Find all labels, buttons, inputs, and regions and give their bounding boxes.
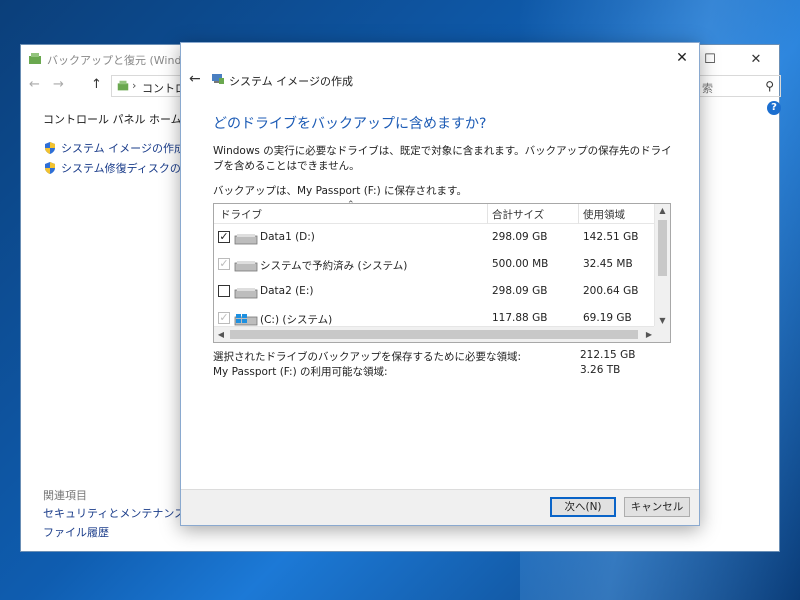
drive-total-size: 500.00 MB — [492, 258, 549, 270]
windows-drive-icon — [234, 314, 258, 326]
table-row[interactable]: ✓ システムで予約済み (システム) 500.00 MB 32.45 MB — [214, 252, 656, 279]
scroll-left-icon[interactable]: ◀ — [214, 327, 228, 342]
include-checkbox[interactable] — [218, 285, 230, 297]
column-header-drive[interactable]: ドライブ — [220, 207, 262, 222]
drive-total-size: 298.09 GB — [492, 231, 548, 243]
dialog-footer: 次へ(N) キャンセル — [181, 489, 699, 525]
related-header: 関連項目 — [43, 489, 87, 502]
related-link-security[interactable]: セキュリティとメンテナンス — [43, 505, 185, 521]
scroll-up-icon[interactable]: ▲ — [655, 204, 670, 218]
search-input[interactable]: 索 ⚲ — [697, 75, 781, 97]
back-arrow-icon[interactable]: ← — [189, 71, 201, 87]
system-image-icon — [212, 74, 224, 84]
vertical-scroll-thumb[interactable] — [658, 220, 667, 276]
control-panel-icon — [117, 80, 129, 91]
breadcrumb-separator-icon: › — [132, 79, 137, 92]
column-header-total[interactable]: 合計サイズ — [492, 207, 544, 222]
hard-drive-icon — [234, 234, 258, 245]
drive-used-space: 200.64 GB — [583, 285, 639, 297]
include-checkbox[interactable]: ✓ — [218, 231, 230, 243]
forward-arrow-icon[interactable]: → — [53, 77, 64, 92]
create-system-image-dialog: ✕ ← システム イメージの作成 どのドライブをバックアップに含めますか? Wi… — [180, 42, 700, 526]
drive-name: システムで予約済み (システム) — [260, 260, 408, 272]
sidebar-link-label: システム イメージの作成 — [61, 142, 185, 155]
drive-name: Data2 (E:) — [260, 285, 314, 297]
horizontal-scroll-thumb[interactable] — [230, 330, 638, 339]
up-arrow-icon[interactable]: ↑ — [91, 77, 102, 92]
include-checkbox-disabled: ✓ — [218, 311, 230, 324]
table-row[interactable]: ✓ Data1 (D:) 298.09 GB 142.51 GB — [214, 225, 656, 252]
drive-name: (C:) (システム) — [260, 314, 333, 326]
search-icon: ⚲ — [765, 79, 774, 93]
sidebar-link-repair-disc[interactable]: システム修復ディスクの作成 — [43, 160, 203, 176]
drive-list: ⌃ ドライブ 合計サイズ 使用領域 ✓ Data1 (D:) 298.09 GB… — [213, 200, 671, 343]
hard-drive-icon — [234, 288, 258, 299]
vertical-scrollbar[interactable]: ▲ ▼ — [654, 204, 670, 328]
address-bar[interactable]: › コントロール — [111, 75, 208, 97]
required-space-value: 212.15 GB — [580, 349, 636, 361]
help-icon[interactable]: ? — [767, 101, 781, 115]
drive-name: Data1 (D:) — [260, 231, 315, 243]
backup-app-icon — [29, 53, 41, 64]
shield-icon — [45, 162, 55, 174]
column-header-used[interactable]: 使用領域 — [583, 207, 625, 222]
required-space-label: 選択されたドライブのバックアップを保存するために必要な領域: — [213, 351, 522, 363]
drive-used-space: 142.51 GB — [583, 231, 639, 243]
dialog-heading: どのドライブをバックアップに含めますか? — [213, 116, 487, 132]
related-link-file-history[interactable]: ファイル履歴 — [43, 524, 109, 540]
sort-indicator-icon: ⌃ — [347, 200, 355, 210]
scroll-corner — [654, 326, 670, 342]
sidebar-home-link[interactable]: コントロール パネル ホーム — [43, 111, 182, 127]
dialog-close-button[interactable]: ✕ — [671, 47, 693, 69]
drive-used-space: 69.19 GB — [583, 312, 632, 324]
next-button[interactable]: 次へ(N) — [550, 497, 616, 517]
list-header: ⌃ ドライブ 合計サイズ 使用領域 — [214, 200, 656, 224]
available-space-value: 3.26 TB — [580, 364, 621, 376]
column-divider[interactable] — [578, 204, 579, 224]
table-row[interactable]: Data2 (E:) 298.09 GB 200.64 GB — [214, 279, 656, 306]
column-divider[interactable] — [487, 204, 488, 224]
cancel-button[interactable]: キャンセル — [624, 497, 690, 517]
drive-total-size: 298.09 GB — [492, 285, 548, 297]
dialog-description: Windows の実行に必要なドライブは、既定で対象に含まれます。バックアップの… — [213, 145, 672, 172]
dialog-title: システム イメージの作成 — [229, 75, 353, 88]
include-checkbox-disabled: ✓ — [218, 257, 230, 270]
backup-target-text: バックアップは、My Passport (F:) に保存されます。 — [213, 185, 467, 197]
table-row[interactable]: ✓ (C:) (システム) 117.88 GB 69.19 GB — [214, 306, 656, 328]
shield-icon — [45, 142, 55, 154]
sidebar-link-create-image[interactable]: システム イメージの作成 — [43, 140, 185, 156]
search-placeholder: 索 — [702, 82, 713, 95]
drive-used-space: 32.45 MB — [583, 258, 633, 270]
available-space-label: My Passport (F:) の利用可能な領域: — [213, 366, 388, 378]
horizontal-scrollbar[interactable]: ◀ ▶ — [214, 326, 656, 342]
drive-total-size: 117.88 GB — [492, 312, 548, 324]
back-arrow-icon[interactable]: ← — [29, 77, 40, 92]
close-button[interactable]: ✕ — [733, 45, 779, 73]
hard-drive-icon — [234, 261, 258, 272]
